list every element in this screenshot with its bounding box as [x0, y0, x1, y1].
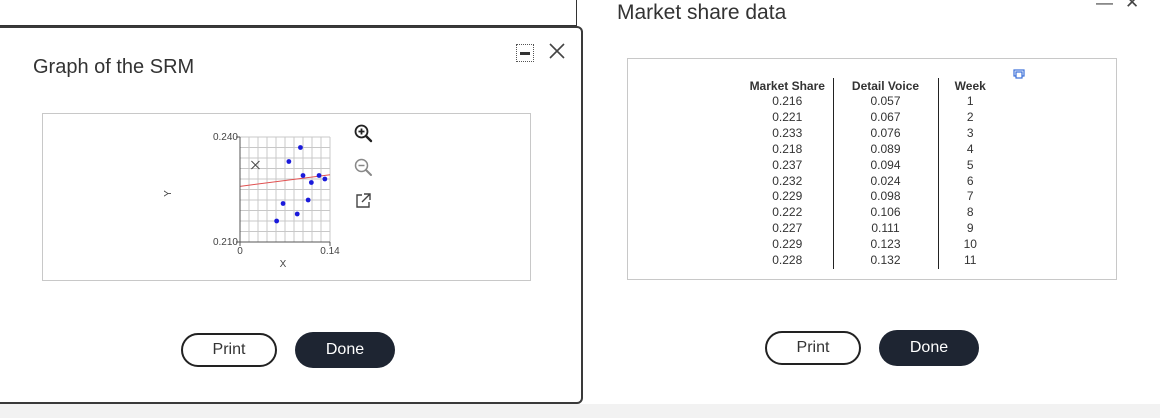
cell-week: 7: [966, 189, 974, 204]
window-controls[interactable]: —✕: [1096, 0, 1151, 13]
cell-detail-voice: 0.089: [833, 141, 939, 158]
bottom-strip: [0, 404, 1160, 418]
axis-ticks: [236, 136, 331, 246]
data-point: [294, 211, 300, 217]
window-title: Graph of the SRM: [33, 56, 195, 78]
minimize-icon: [520, 52, 530, 55]
cell-week: 4: [966, 141, 974, 156]
cell-week: 6: [966, 173, 974, 188]
table-row: 0.228 0.132 11: [742, 253, 1002, 269]
scatter-plot: 0.240 0.210 0 0.14 X Y: [163, 132, 340, 270]
cell-market-share: 0.229: [742, 237, 834, 254]
cell-detail-voice: 0.076: [833, 125, 939, 142]
cell-market-share: 0.232: [742, 173, 834, 190]
cell-week: 3: [966, 125, 974, 140]
table-row: 0.216 0.057 1: [742, 94, 1002, 110]
cell-market-share: 0.233: [742, 125, 834, 142]
table-row: 0.222 0.106 8: [742, 205, 1002, 222]
table-row: 0.237 0.094 5: [742, 157, 1002, 174]
x-axis-label: X: [280, 259, 287, 270]
market-share-table: Market Share Detail Voice Week 0.216 0.05…: [742, 78, 1002, 269]
cell-detail-voice: 0.057: [833, 94, 939, 110]
cell-week: 5: [966, 157, 974, 172]
table-row: 0.229 0.098 7: [742, 189, 1002, 206]
cell-market-share: 0.216: [742, 94, 834, 110]
cell-week: 1: [966, 94, 974, 108]
table-row: 0.233 0.076 3: [742, 125, 1002, 142]
y-axis-label: Y: [163, 190, 174, 197]
srm-graph-window: Graph of the SRM 0.240 0.210 0 0.14 X Y: [0, 26, 583, 404]
data-point: [305, 197, 311, 203]
data-point: [322, 176, 328, 182]
cell-detail-voice: 0.098: [833, 189, 939, 206]
cell-market-share: 0.222: [742, 205, 834, 222]
minimize-button[interactable]: [516, 44, 534, 62]
zoom-out-icon[interactable]: [353, 157, 373, 177]
cell-detail-voice: 0.132: [833, 253, 939, 269]
data-points: [274, 145, 328, 224]
cell-detail-voice: 0.024: [833, 173, 939, 190]
cell-market-share: 0.228: [742, 253, 834, 269]
y-tick-label-top: 0.240: [213, 132, 238, 143]
chart-grid: [240, 136, 331, 242]
data-point: [286, 159, 292, 164]
column-header-week: Week: [954, 78, 986, 93]
close-icon[interactable]: [546, 40, 568, 62]
graph-panel: 0.240 0.210 0 0.14 X Y: [42, 113, 531, 281]
column-header-market-share: Market Share: [742, 78, 834, 94]
data-point: [316, 173, 322, 178]
cell-week: 9: [966, 221, 974, 236]
y-tick-label-bottom: 0.210: [213, 237, 238, 248]
table-row: 0.221 0.067 2: [742, 109, 1002, 126]
cell-market-share: 0.227: [742, 221, 834, 238]
cell-market-share: 0.221: [742, 109, 834, 126]
popout-icon[interactable]: [353, 191, 373, 211]
x-tick-label-left: 0: [237, 246, 243, 257]
cell-market-share: 0.237: [742, 157, 834, 174]
column-header-detail-voice: Detail Voice: [833, 78, 939, 94]
print-button[interactable]: Print: [765, 331, 861, 365]
cell-market-share: 0.229: [742, 189, 834, 206]
cell-detail-voice: 0.111: [833, 221, 939, 238]
table-row: 0.218 0.089 4: [742, 141, 1002, 158]
cell-week: 11: [964, 253, 977, 268]
market-share-window: Market share data —✕ Market Share Detail…: [575, 0, 1160, 410]
cell-detail-voice: 0.123: [833, 237, 939, 254]
cell-detail-voice: 0.094: [833, 157, 939, 174]
x-tick-label-right: 0.14: [320, 246, 340, 257]
table-row: 0.229 0.123 10: [742, 237, 1002, 254]
print-button[interactable]: Print: [181, 333, 277, 367]
done-button[interactable]: Done: [879, 330, 979, 366]
data-point: [274, 218, 280, 224]
cell-week: 10: [963, 237, 977, 252]
cell-detail-voice: 0.106: [833, 205, 939, 222]
cell-week: 8: [966, 205, 974, 220]
expand-icon[interactable]: [1013, 69, 1025, 79]
data-point: [298, 145, 303, 150]
table-row: 0.227 0.111 9: [742, 221, 1002, 238]
zoom-in-icon[interactable]: [353, 123, 373, 143]
cell-market-share: 0.218: [742, 141, 834, 158]
done-button[interactable]: Done: [295, 332, 395, 368]
cell-detail-voice: 0.067: [833, 109, 939, 126]
data-point: [300, 173, 306, 178]
window-title: Market share data: [617, 1, 787, 24]
table-row: 0.232 0.024 6: [742, 173, 1002, 190]
cell-week: 2: [966, 109, 974, 124]
table-panel: Market Share Detail Voice Week 0.216 0.05…: [627, 58, 1117, 280]
data-point: [308, 180, 314, 185]
background-window-frame: [0, 0, 577, 26]
data-point: [280, 201, 286, 206]
